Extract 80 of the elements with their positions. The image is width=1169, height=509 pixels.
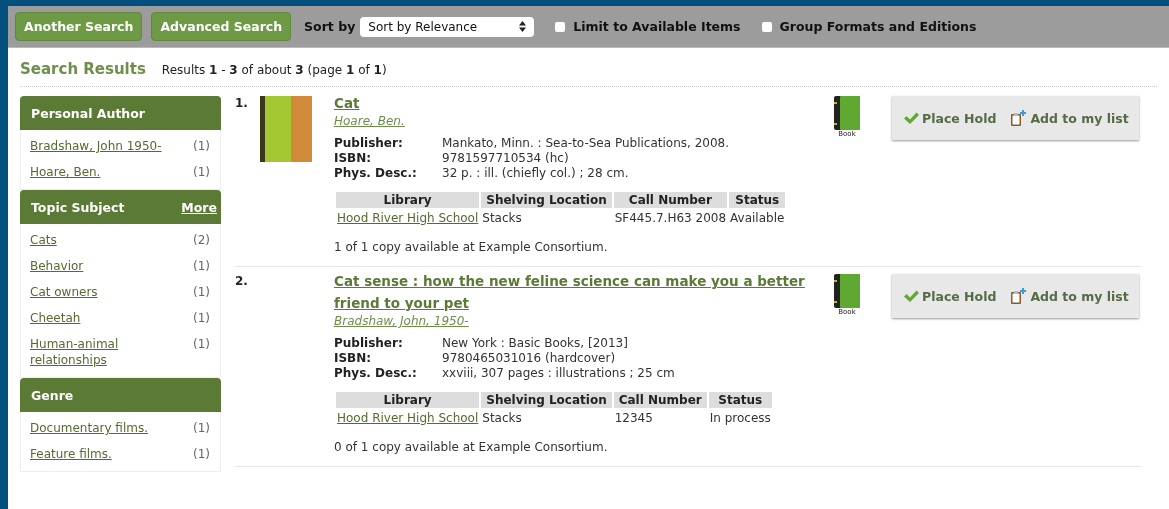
checkbox-label: Group Formats and Editions <box>779 19 977 34</box>
updown-arrows-icon <box>519 21 527 32</box>
table-cell: 12345 <box>614 411 653 425</box>
facet-title: Genre <box>31 387 74 403</box>
availability-text: 1 of 1 copy available at Example Consortium. <box>334 240 608 254</box>
field-label: Publisher: <box>334 136 404 150</box>
cover-photo-placeholder[interactable] <box>260 96 312 162</box>
table-cell: In process <box>709 411 771 425</box>
field-value: Mankato, Minn. : Sea-to-Sea Publications, 2008. <box>442 136 729 150</box>
column-header: Status <box>708 392 772 408</box>
book-icon <box>834 96 860 130</box>
column-header: Library <box>336 392 480 408</box>
library-link[interactable]: Hood River High School <box>337 211 479 225</box>
result-number: 1. <box>235 96 249 112</box>
checkmark-icon <box>904 112 919 124</box>
facet-link[interactable]: Bradshaw, John 1950- <box>30 138 162 154</box>
facet-count: (1) <box>193 258 210 274</box>
facet-count: (1) <box>193 284 210 300</box>
search-button[interactable]: Another Search <box>15 12 143 41</box>
action-link[interactable]: Place Hold <box>904 110 997 126</box>
facet-count: (1) <box>193 164 210 180</box>
action-link[interactable]: Place Hold <box>904 288 997 304</box>
author-link[interactable]: Bradshaw, John, 1950- <box>334 314 469 328</box>
facet-link[interactable]: Cat owners <box>30 284 98 300</box>
availability-text: 0 of 1 copy available at Example Consortium. <box>334 440 608 454</box>
facet-link[interactable]: Cats <box>30 232 57 248</box>
action-link[interactable]: Add to my list <box>1010 109 1129 127</box>
column-header: Call Number <box>613 392 707 408</box>
column-header: Call Number <box>613 192 728 208</box>
facet-count: (1) <box>193 336 210 353</box>
results-heading: Search Results <box>20 60 146 78</box>
column-header: Shelving Location <box>481 392 612 408</box>
field-label: ISBN: <box>334 351 373 365</box>
checkbox[interactable] <box>761 21 772 32</box>
field-value: New York : Basic Books, [2013] <box>442 336 629 350</box>
field-label: Phys. Desc.: <box>334 166 418 180</box>
facet-count: (1) <box>193 310 210 326</box>
table-cell: Stacks <box>482 411 522 425</box>
field-value: 9781597710534 (hc) <box>442 151 570 165</box>
table-cell: Available <box>730 211 785 225</box>
search-button[interactable]: Advanced Search <box>151 12 292 41</box>
action-link[interactable]: Add to my list <box>1010 287 1129 305</box>
facet-count: (1) <box>193 420 210 436</box>
sort-dropdown[interactable]: Sort by Relevance <box>360 16 535 37</box>
facet-link[interactable]: Cheetah <box>30 310 81 326</box>
checkbox-label: Limit to Available Items <box>573 19 741 34</box>
field-label: Phys. Desc.: <box>334 366 418 380</box>
library-link[interactable]: Hood River High School <box>337 411 479 425</box>
facet-link[interactable]: Human-animal relationships <box>30 336 180 368</box>
table-cell: SF445.7.H63 2008 <box>614 211 727 225</box>
facet-link[interactable]: Documentary films. <box>30 420 149 436</box>
result-number: 2. <box>235 274 249 290</box>
clipboard-plus-icon <box>1010 287 1028 305</box>
title-link[interactable]: Cat <box>334 92 360 114</box>
facet-link[interactable]: Feature films. <box>30 446 112 462</box>
more-link[interactable]: More <box>181 199 217 215</box>
field-label: Publisher: <box>334 336 404 350</box>
checkbox[interactable] <box>555 21 566 32</box>
sort-label: Sort by <box>304 19 356 34</box>
field-value: 32 p. : ill. (chiefly col.) ; 28 cm. <box>442 166 630 180</box>
facet-title: Personal Author <box>31 105 145 121</box>
facet-title: Topic Subject <box>31 199 125 215</box>
facet-count: (1) <box>193 138 210 154</box>
column-header: Status <box>729 192 786 208</box>
column-header: Shelving Location <box>481 192 612 208</box>
facet-link[interactable]: Hoare, Ben. <box>30 164 101 180</box>
book-icon <box>834 274 860 308</box>
clipboard-plus-icon <box>1010 109 1028 127</box>
checkmark-icon <box>904 290 919 302</box>
column-header: Library <box>336 192 480 208</box>
field-value: 9780465031016 (hardcover) <box>442 351 617 365</box>
facet-count: (1) <box>193 446 210 462</box>
table-cell: Stacks <box>482 211 522 225</box>
field-label: ISBN: <box>334 151 373 165</box>
facet-count: (2) <box>193 232 210 248</box>
title-link[interactable]: Cat sense : how the new feline science can make you a better friend to your pet <box>334 270 824 314</box>
facet-link[interactable]: Behavior <box>30 258 84 274</box>
field-value: xxviii, 307 pages : illustrations ; 25 cm <box>442 366 675 380</box>
author-link[interactable]: Hoare, Ben. <box>334 114 405 128</box>
results-summary: Results 1 - 3 of about 3 (page 1 of 1) <box>161 63 387 77</box>
